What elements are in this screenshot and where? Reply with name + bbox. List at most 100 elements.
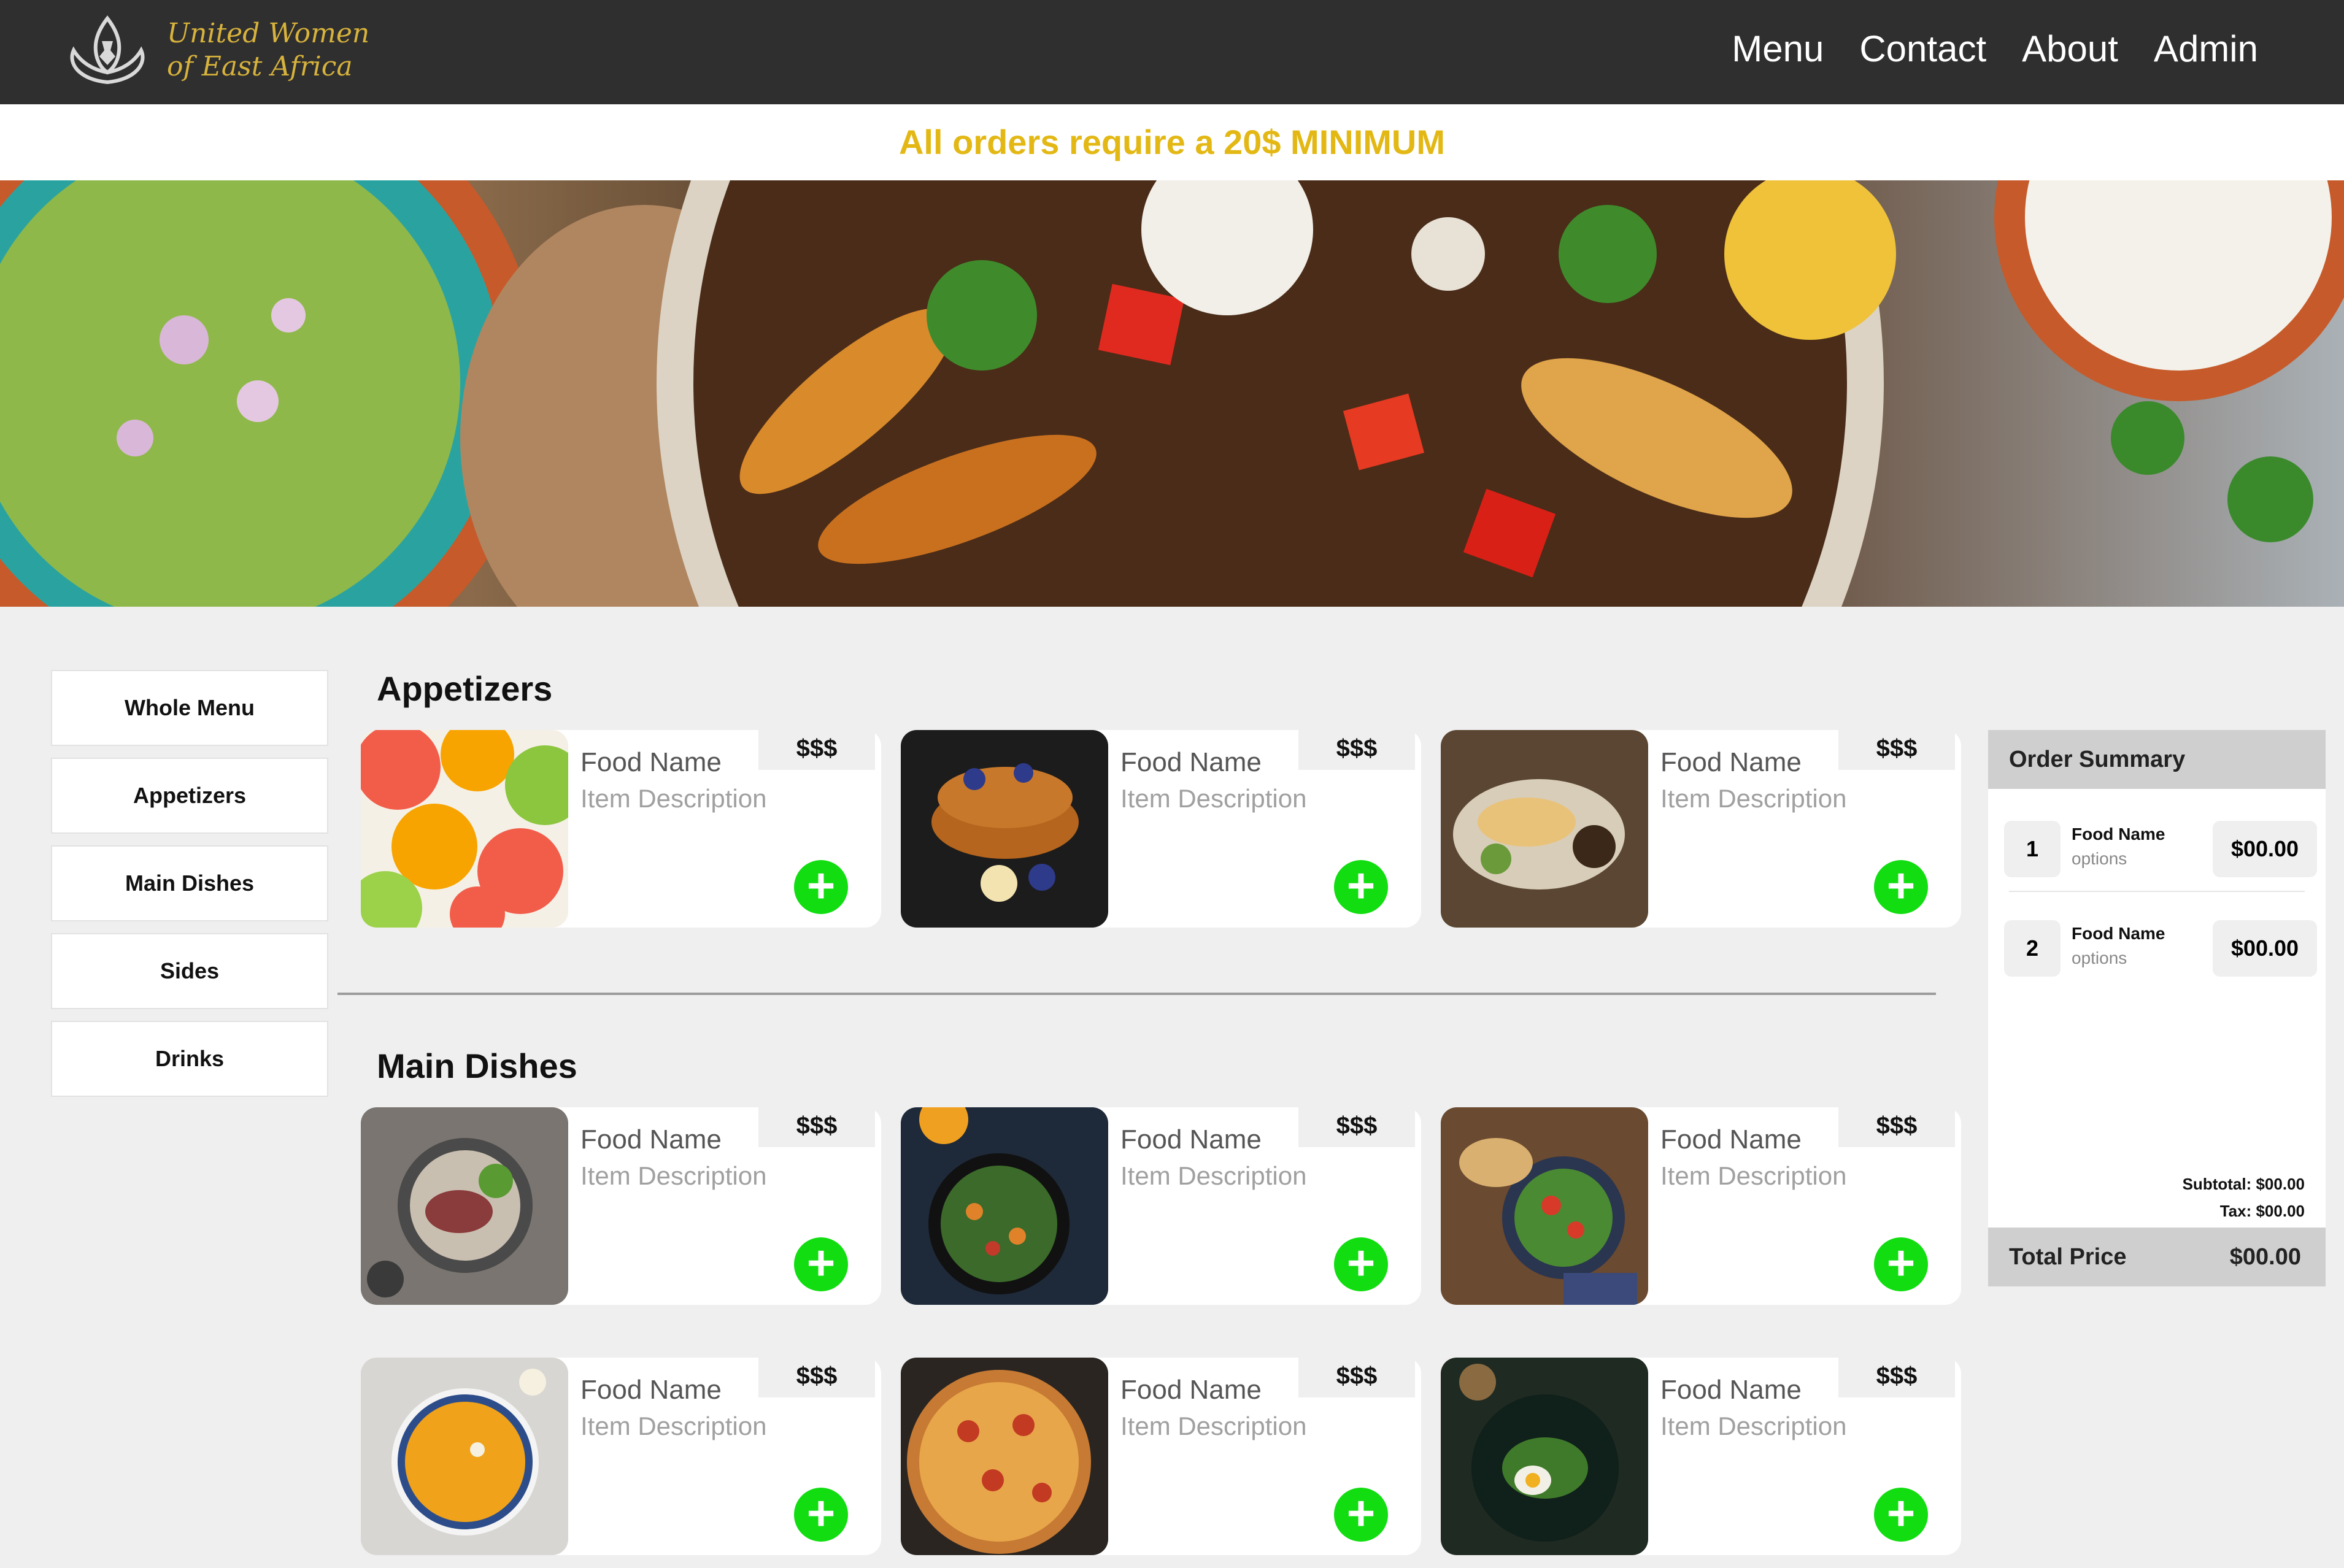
total-price-value: $00.00 [2229,1244,2301,1270]
order-item[interactable]: 2 Food Name options $00.00 [2004,897,2317,983]
plus-icon: + [1346,858,1376,913]
top-navigation-bar: United Women of East Africa Menu Contact… [0,0,2344,104]
add-to-order-button[interactable]: + [794,1237,848,1291]
item-quantity: 1 [2004,821,2061,877]
item-name: Food Name [2072,924,2165,943]
add-to-order-button[interactable]: + [1334,860,1388,914]
plus-icon: + [806,1236,836,1290]
sidebar-item-main-dishes[interactable]: Main Dishes [51,845,328,921]
brand-name: United Women of East Africa [167,17,369,83]
total-price-bar: Total Price $00.00 [1988,1228,2326,1286]
hero-food-image [0,180,2344,607]
item-description: Item Description [1120,1161,1307,1190]
price-tag: $$$ [1298,1104,1415,1147]
food-photo [361,730,568,928]
menu-card: $$$ Food Name Item Description + [1441,1355,1961,1555]
plus-icon: + [1346,1236,1376,1290]
item-quantity: 2 [2004,920,2061,977]
add-to-order-button[interactable]: + [1874,860,1928,914]
category-sidebar: Whole Menu Appetizers Main Dishes Sides … [51,670,328,1109]
order-summary-panel: Order Summary 1 Food Name options $00.00… [1988,730,2326,1286]
food-name: Food Name [1120,1375,1262,1405]
food-photo [1441,730,1648,928]
add-to-order-button[interactable]: + [794,1488,848,1542]
plus-icon: + [806,858,836,913]
price-tag: $$$ [1838,1104,1955,1147]
menu-card: $$$ Food Name Item Description + [1441,727,1961,928]
menu-card: $$$ Food Name Item Description + [901,1355,1421,1555]
plus-icon: + [806,1486,836,1540]
subtotal-block: Subtotal: $00.00 Tax: $00.00 [2183,1170,2305,1224]
sidebar-item-sides[interactable]: Sides [51,933,328,1009]
nav-about[interactable]: About [2022,25,2118,74]
total-price-label: Total Price [2009,1244,2127,1270]
item-description: Item Description [1660,1161,1847,1190]
item-price: $00.00 [2213,920,2317,977]
nav-menu[interactable]: Menu [1732,25,1824,74]
price-tag: $$$ [1838,1355,1955,1397]
nav-admin[interactable]: Admin [2154,25,2258,74]
food-photo [361,1107,568,1305]
sidebar-item-drinks[interactable]: Drinks [51,1021,328,1097]
section-divider [337,993,1936,995]
price-tag: $$$ [758,1355,875,1397]
plus-icon: + [1886,1486,1916,1540]
plus-icon: + [1346,1486,1376,1540]
brand-line-2: of East Africa [167,51,353,82]
item-description: Item Description [1120,1412,1307,1440]
nav-contact[interactable]: Contact [1859,25,1986,74]
food-name: Food Name [1120,1124,1262,1155]
menu-card: $$$ Food Name Item Description + [361,727,881,928]
food-photo [901,1107,1108,1305]
price-tag: $$$ [1298,1355,1415,1397]
item-price: $00.00 [2213,821,2317,877]
item-description: Item Description [1120,784,1307,813]
food-photo [1441,1107,1648,1305]
item-options: options [2072,849,2127,868]
plus-icon: + [1886,858,1916,913]
food-photo [901,1358,1108,1555]
food-name: Food Name [580,1375,722,1405]
price-tag: $$$ [1838,727,1955,770]
food-photo [361,1358,568,1555]
item-description: Item Description [580,1412,767,1440]
item-description: Item Description [580,784,767,813]
food-name: Food Name [1120,747,1262,777]
food-name: Food Name [1660,747,1802,777]
add-to-order-button[interactable]: + [1874,1488,1928,1542]
subtotal-text: Subtotal: $00.00 [2182,1175,2305,1193]
order-summary-title: Order Summary [1988,730,2326,789]
section-title-main-dishes: Main Dishes [377,1047,577,1085]
item-options: options [2072,948,2127,967]
menu-card: $$$ Food Name Item Description + [1441,1104,1961,1305]
price-tag: $$$ [758,1104,875,1147]
menu-card: $$$ Food Name Item Description + [361,1355,881,1555]
item-description: Item Description [1660,1412,1847,1440]
menu-card: $$$ Food Name Item Description + [361,1104,881,1305]
plus-icon: + [1886,1236,1916,1290]
minimum-order-banner: All orders require a 20$ MINIMUM [0,104,2344,180]
item-separator [2009,891,2305,892]
brand-line-1: United Women [167,18,370,49]
price-tag: $$$ [758,727,875,770]
add-to-order-button[interactable]: + [794,860,848,914]
hero-illustration [0,180,2344,607]
price-tag: $$$ [1298,727,1415,770]
section-title-appetizers: Appetizers [377,669,553,708]
add-to-order-button[interactable]: + [1334,1488,1388,1542]
add-to-order-button[interactable]: + [1874,1237,1928,1291]
food-name: Food Name [580,1124,722,1155]
order-item[interactable]: 1 Food Name options $00.00 [2004,797,2317,883]
item-description: Item Description [580,1161,767,1190]
add-to-order-button[interactable]: + [1334,1237,1388,1291]
item-description: Item Description [1660,784,1847,813]
tax-text: Tax: $00.00 [2219,1202,2305,1220]
sidebar-item-appetizers[interactable]: Appetizers [51,758,328,834]
main-nav: Menu Contact About Admin [1732,25,2258,74]
lotus-logo-icon[interactable] [61,13,153,90]
menu-card: $$$ Food Name Item Description + [901,727,1421,928]
sidebar-item-whole-menu[interactable]: Whole Menu [51,670,328,746]
food-name: Food Name [1660,1124,1802,1155]
menu-card: $$$ Food Name Item Description + [901,1104,1421,1305]
food-name: Food Name [1660,1375,1802,1405]
